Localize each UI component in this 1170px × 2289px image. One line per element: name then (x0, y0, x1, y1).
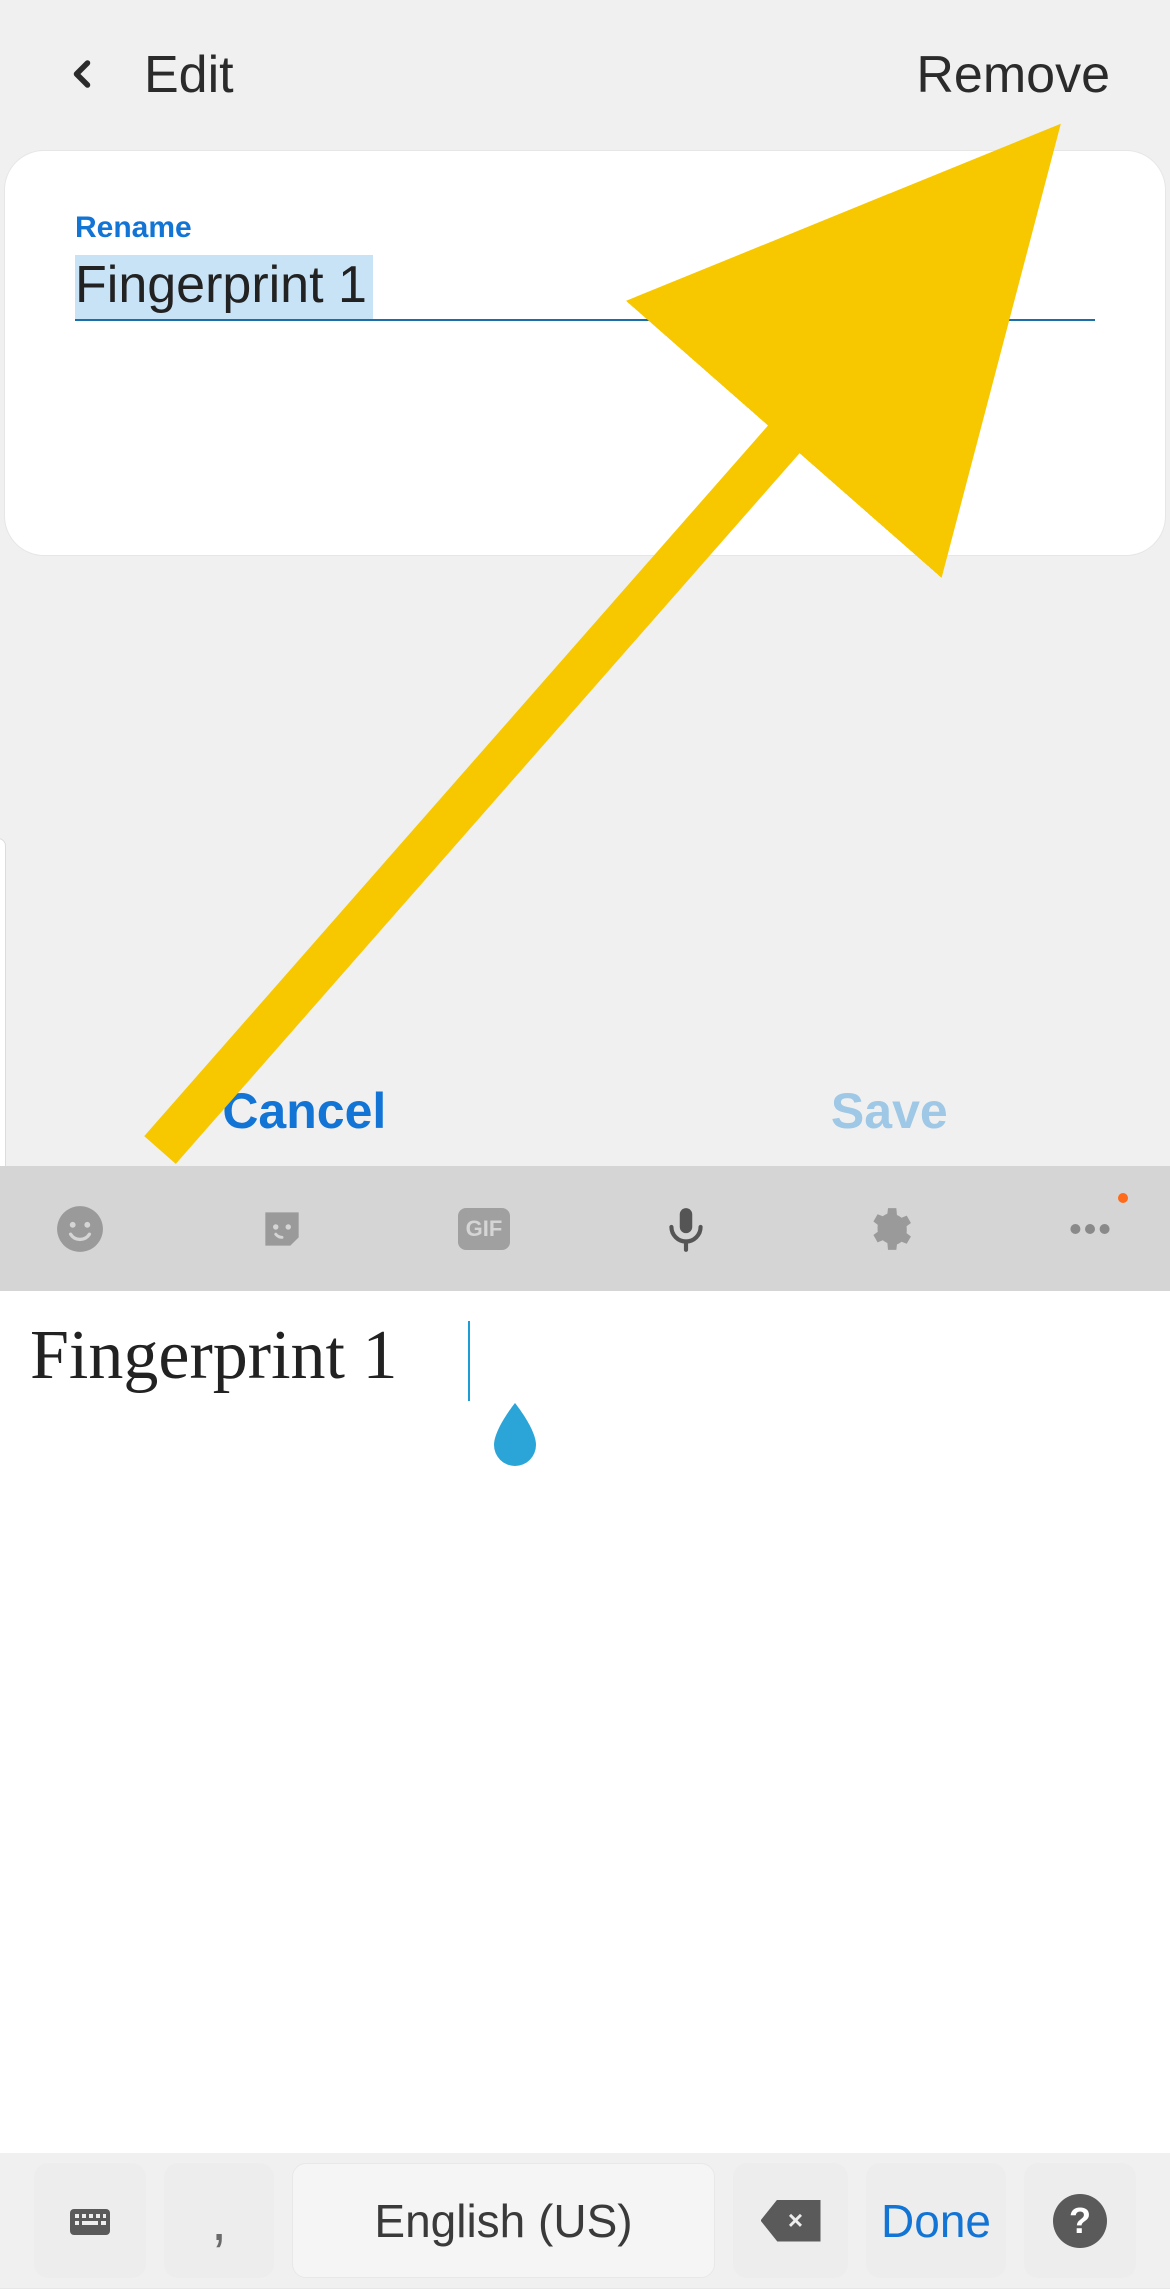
language-key[interactable]: English (US) (292, 2163, 715, 2278)
rename-card: Rename Fingerprint 1 (4, 150, 1166, 556)
notification-dot-icon (1118, 1193, 1128, 1203)
more-icon[interactable] (1060, 1199, 1120, 1259)
page-title: Edit (144, 45, 234, 105)
rename-label: Rename (75, 211, 1095, 245)
keyboard-bottom-row: , English (US) × Done ? (0, 2153, 1170, 2288)
keyboard-toolbar: GIF (0, 1166, 1170, 1291)
header-bar: Edit Remove (0, 0, 1170, 150)
comma-key[interactable]: , (164, 2163, 274, 2278)
backspace-key[interactable]: × (733, 2163, 848, 2278)
text-caret-icon (468, 1321, 470, 1401)
save-button[interactable]: Save (831, 1082, 948, 1140)
backspace-icon: × (761, 2200, 821, 2242)
gif-icon[interactable]: GIF (454, 1199, 514, 1259)
handwriting-panel[interactable]: Fingerprint 1 (0, 1291, 1170, 2153)
microphone-icon[interactable] (656, 1199, 716, 1259)
done-key[interactable]: Done (866, 2163, 1006, 2278)
cancel-button[interactable]: Cancel (222, 1082, 386, 1140)
cursor-handle-icon[interactable] (488, 1403, 542, 1474)
header-left: Edit (60, 41, 234, 110)
back-icon[interactable] (60, 41, 104, 110)
emoji-icon[interactable] (50, 1199, 110, 1259)
help-icon: ? (1053, 2194, 1107, 2248)
rename-input[interactable]: Fingerprint 1 (75, 255, 1095, 321)
settings-icon[interactable] (858, 1199, 918, 1259)
remove-button[interactable]: Remove (916, 45, 1110, 105)
rename-input-value: Fingerprint 1 (75, 255, 373, 319)
handwriting-text: Fingerprint 1 (30, 1317, 397, 1394)
action-row: Cancel Save (0, 1056, 1170, 1166)
sticker-icon[interactable] (252, 1199, 312, 1259)
keyboard-switch-key[interactable] (34, 2163, 146, 2278)
help-key[interactable]: ? (1024, 2163, 1136, 2278)
